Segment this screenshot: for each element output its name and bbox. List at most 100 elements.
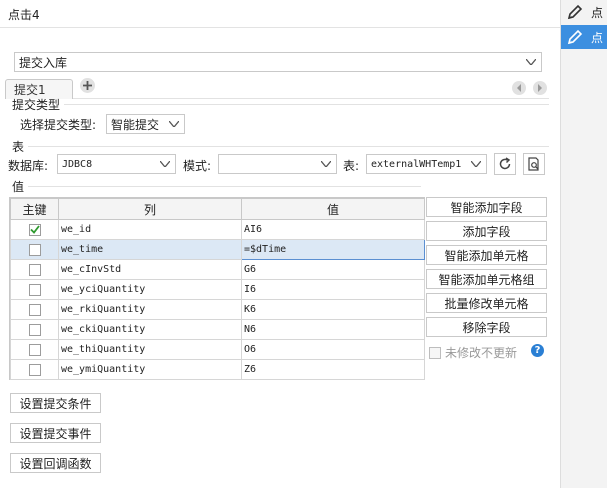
commit-select[interactable]: 提交入库 [14,52,542,72]
unchanged-no-update-label: 未修改不更新 [445,346,518,360]
refresh-button[interactable] [494,153,516,175]
header-column[interactable]: 列 [58,198,242,220]
section-line [28,186,421,187]
key-cell[interactable] [10,279,59,300]
key-cell[interactable] [10,259,59,280]
column-cell[interactable]: we_ymiQuantity [58,359,242,380]
field-grid: 主键 列 值 we_id AI6 we_time =$dTime we_cInv… [9,197,425,380]
value-cell[interactable]: K6 [241,299,425,320]
mode-select[interactable] [218,154,337,174]
chevron-down-icon [316,155,336,173]
section-commit-type: 提交类型 [12,98,61,112]
database-value: JDBC8 [62,158,93,170]
key-cell[interactable] [10,239,59,260]
table-row[interactable]: we_cInvStd G6 [10,259,425,280]
mode-label: 模式: [183,159,212,173]
section-table: 表 [12,140,25,154]
key-cell[interactable] [10,319,59,340]
key-checkbox[interactable] [28,323,41,336]
table-row[interactable]: we_time =$dTime [10,239,425,260]
pencil-icon [567,29,583,45]
batch-modify-cells-button[interactable]: 批量修改单元格 [426,293,547,313]
column-cell[interactable]: we_yciQuantity [58,279,242,300]
key-checkbox[interactable] [28,343,41,356]
table-row[interactable]: we_rkiQuantity K6 [10,299,425,320]
table-select[interactable]: externalWHTemp1 [366,154,487,174]
title-bar: 点击4 [0,0,560,28]
value-cell[interactable]: N6 [241,319,425,340]
commit-type-value: 智能提交 [111,117,160,132]
key-checkbox[interactable] [28,263,41,276]
smart-add-cell-button[interactable]: 智能添加单元格 [426,245,547,265]
key-checkbox[interactable] [28,283,41,296]
plus-icon [83,81,92,90]
add-field-button[interactable]: 添加字段 [426,221,547,241]
check-icon [29,225,40,234]
column-cell[interactable]: we_time [58,239,242,260]
column-cell[interactable]: we_cInvStd [58,259,242,280]
chevron-down-icon [466,155,486,173]
key-cell[interactable] [10,359,59,380]
key-cell[interactable] [10,339,59,360]
key-checkbox[interactable] [28,223,41,236]
column-cell[interactable]: we_ckiQuantity [58,319,242,340]
section-line [64,104,549,105]
table-label: 表: [343,159,360,173]
unchanged-no-update-checkbox[interactable] [429,346,441,359]
value-cell[interactable]: AI6 [241,219,425,240]
set-commit-event-button[interactable]: 设置提交事件 [10,423,101,443]
key-cell[interactable] [10,219,59,240]
key-cell[interactable] [10,299,59,320]
table-row[interactable]: we_ymiQuantity Z6 [10,359,425,380]
value-cell[interactable]: G6 [241,259,425,280]
right-panel-item-label: 点 [591,5,604,20]
key-checkbox[interactable] [28,243,41,256]
select-commit-type-label: 选择提交类型: [20,118,97,132]
table-row[interactable]: we_id AI6 [10,219,425,240]
right-panel: 点 点 [560,0,607,488]
header-key[interactable]: 主键 [10,198,59,220]
database-label: 数据库: [8,159,49,173]
chevron-left-icon [517,84,521,92]
database-select[interactable]: JDBC8 [57,154,176,174]
table-row[interactable]: we_ckiQuantity N6 [10,319,425,340]
dialog-title: 点击4 [8,8,40,22]
chevron-down-icon [164,115,184,133]
unchanged-no-update-option[interactable]: 未修改不更新 [429,344,517,361]
chevron-down-icon [155,155,175,173]
remove-field-button[interactable]: 移除字段 [426,317,547,337]
column-cell[interactable]: we_id [58,219,242,240]
add-tab-button[interactable] [80,78,95,93]
smart-add-cell-group-button[interactable]: 智能添加单元格组 [426,269,547,289]
chevron-down-icon [521,53,541,71]
preview-button[interactable] [523,153,545,175]
field-table: 主键 列 值 we_id AI6 we_time =$dTime we_cInv… [10,198,425,380]
refresh-icon [499,157,511,170]
smart-add-field-button[interactable]: 智能添加字段 [426,197,547,217]
preview-icon [528,157,539,171]
commit-type-select[interactable]: 智能提交 [106,114,185,134]
set-commit-condition-button[interactable]: 设置提交条件 [10,393,101,413]
tab-divider [73,98,549,99]
scroll-right-button[interactable] [533,81,547,95]
header-value[interactable]: 值 [241,198,425,220]
column-cell[interactable]: we_rkiQuantity [58,299,242,320]
value-cell[interactable]: O6 [241,339,425,360]
table-row[interactable]: we_thiQuantity O6 [10,339,425,360]
value-cell[interactable]: Z6 [241,359,425,380]
right-panel-item-1[interactable]: 点 [561,0,607,24]
value-cell[interactable]: I6 [241,279,425,300]
help-icon[interactable]: ? [531,344,544,357]
pencil-icon [567,4,583,20]
section-line [28,146,549,147]
key-checkbox[interactable] [28,303,41,316]
value-cell[interactable]: =$dTime [241,239,425,260]
right-panel-item-2[interactable]: 点 [561,25,607,49]
table-row[interactable]: we_yciQuantity I6 [10,279,425,300]
column-cell[interactable]: we_thiQuantity [58,339,242,360]
set-callback-button[interactable]: 设置回调函数 [10,453,101,473]
key-checkbox[interactable] [28,363,41,376]
right-panel-item-label: 点 [591,30,604,45]
scroll-left-button[interactable] [512,81,526,95]
chevron-right-icon [538,84,542,92]
